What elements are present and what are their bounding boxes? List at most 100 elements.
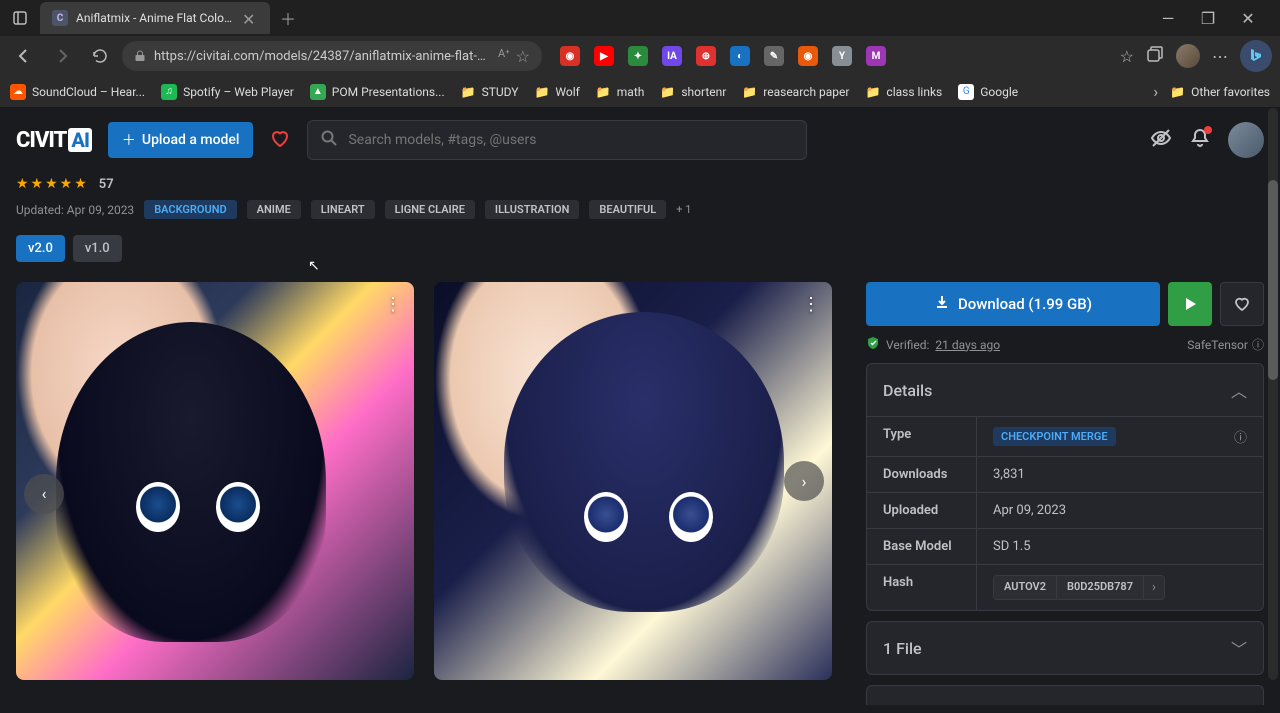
version-tab[interactable]: v1.0	[73, 235, 122, 262]
files-header[interactable]: 1 File ﹀	[867, 622, 1263, 674]
info-icon[interactable]: ⓘ	[1234, 427, 1247, 446]
browser-tab[interactable]: C Aniflatmix - Anime Flat Color Sty ✕	[40, 2, 270, 34]
ext-icon-7[interactable]: ✎	[764, 46, 784, 66]
more-menu-icon[interactable]: ⋯	[1212, 47, 1228, 66]
details-header[interactable]: Details ︿	[867, 364, 1263, 416]
detail-value: SD 1.5	[977, 529, 1263, 564]
new-tab-button[interactable]: ＋	[274, 4, 302, 32]
notifications-icon[interactable]	[1190, 128, 1210, 152]
gallery-image[interactable]: ⋮	[16, 282, 414, 680]
detail-value: 3,831	[977, 457, 1263, 492]
address-bar[interactable]: https://civitai.com/models/24387/aniflat…	[122, 41, 542, 71]
ext-icon-3[interactable]: ✦	[628, 46, 648, 66]
bookmark-folder[interactable]: 📁STUDY	[461, 85, 519, 99]
tag[interactable]: ILLUSTRATION	[485, 200, 580, 219]
bookmarks-bar: ☁SoundCloud – Hear... ♫Spotify – Web Pla…	[0, 76, 1280, 108]
version-tab-active[interactable]: v2.0	[16, 235, 65, 262]
detail-label: Downloads	[867, 457, 977, 492]
type-badge: CHECKPOINT MERGE	[993, 427, 1116, 446]
bookmark-item[interactable]: ♫Spotify – Web Player	[161, 84, 294, 100]
hash-type: AUTOV2	[994, 576, 1057, 599]
bookmarks-overflow-icon[interactable]: ›	[1153, 82, 1158, 101]
info-icon[interactable]: ⓘ	[1252, 336, 1264, 353]
download-button[interactable]: Download (1.99 GB)	[866, 282, 1160, 326]
nav-reload[interactable]	[84, 40, 116, 72]
collections-icon[interactable]	[1146, 45, 1164, 67]
bing-chat-icon[interactable]	[1240, 40, 1272, 72]
ext-icon-2[interactable]: ▶	[594, 46, 614, 66]
user-avatar[interactable]	[1228, 122, 1264, 158]
plus-icon: ＋	[122, 130, 136, 150]
carousel-next[interactable]: ›	[784, 461, 824, 501]
window-maximize[interactable]: ❐	[1196, 6, 1220, 30]
profile-avatar-browser[interactable]	[1176, 44, 1200, 68]
ext-icon-8[interactable]: ◉	[798, 46, 818, 66]
shield-icon	[866, 336, 880, 353]
tag[interactable]: ANIME	[247, 200, 301, 219]
download-icon	[934, 294, 950, 314]
other-favorites[interactable]: 📁Other favorites	[1170, 85, 1270, 99]
tab-sidebar-btn[interactable]	[8, 6, 32, 30]
chevron-up-icon: ︿	[1231, 378, 1247, 402]
details-panel: Details ︿ Type CHECKPOINT MERGE ⓘ Downlo…	[866, 363, 1264, 611]
ext-icon-1[interactable]: ◉	[560, 46, 580, 66]
tag[interactable]: LINEART	[311, 200, 375, 219]
safetensor-label: SafeTensor	[1187, 338, 1248, 352]
tag[interactable]: LIGNE CLAIRE	[385, 200, 475, 219]
carousel-prev[interactable]: ‹	[24, 474, 64, 514]
ext-icon-6[interactable]: ◐	[730, 46, 750, 66]
more-tags[interactable]: + 1	[676, 203, 691, 216]
image-menu-icon[interactable]: ⋮	[384, 294, 402, 315]
favorite-star-icon[interactable]: ☆	[516, 47, 530, 66]
scrollbar-thumb[interactable]	[1268, 180, 1278, 380]
visibility-icon[interactable]	[1150, 127, 1172, 153]
detail-label: Hash	[867, 565, 977, 610]
panel-partial	[866, 685, 1264, 705]
run-button[interactable]	[1168, 282, 1212, 326]
detail-label: Type	[867, 417, 977, 456]
detail-value: Apr 09, 2023	[977, 493, 1263, 528]
tag[interactable]: BACKGROUND	[144, 200, 236, 219]
ext-icon-5[interactable]: ⊕	[696, 46, 716, 66]
verified-time[interactable]: 21 days ago	[935, 338, 1000, 352]
bookmark-folder[interactable]: 📁reasearch paper	[742, 85, 849, 99]
nav-forward	[46, 40, 78, 72]
tag[interactable]: BEAUTIFUL	[589, 200, 666, 219]
search-input[interactable]	[348, 132, 794, 148]
bookmark-item[interactable]: ▲POM Presentations...	[310, 84, 445, 100]
nav-back[interactable]	[8, 40, 40, 72]
favorites-icon[interactable]: ☆	[1120, 47, 1134, 66]
bookmark-folder[interactable]: 📁shortenr	[660, 85, 726, 99]
ext-icon-4[interactable]: IA	[662, 46, 682, 66]
bookmark-item[interactable]: ☁SoundCloud – Hear...	[10, 84, 145, 100]
site-logo[interactable]: CIVITAI	[16, 128, 92, 153]
hash-expand-icon[interactable]: ›	[1144, 576, 1164, 599]
window-minimize[interactable]: —	[1156, 6, 1180, 30]
ext-icon-10[interactable]: M	[866, 46, 886, 66]
tab-close-icon[interactable]: ✕	[242, 10, 258, 26]
window-close[interactable]: ✕	[1236, 6, 1260, 30]
favorite-button[interactable]	[1220, 282, 1264, 326]
detail-label: Uploaded	[867, 493, 977, 528]
gallery-image[interactable]: ⋮ ›	[434, 282, 832, 680]
reader-mode-icon[interactable]: A⁺	[498, 47, 510, 66]
bookmark-folder[interactable]: 📁math	[596, 85, 645, 99]
files-panel: 1 File ﹀	[866, 621, 1264, 675]
verified-label: Verified:	[886, 338, 929, 352]
image-menu-icon[interactable]: ⋮	[802, 294, 820, 315]
bookmark-folder[interactable]: 📁class links	[865, 85, 942, 99]
url-text: https://civitai.com/models/24387/aniflat…	[154, 49, 490, 64]
bookmark-folder[interactable]: 📁Wolf	[534, 85, 579, 99]
image-gallery: ‹ ⋮ ⋮ ›	[16, 282, 846, 705]
updated-label: Updated: Apr 09, 2023	[16, 203, 134, 217]
upload-model-button[interactable]: ＋ Upload a model	[108, 122, 254, 158]
detail-label: Base Model	[867, 529, 977, 564]
rating-count: 57	[99, 177, 114, 192]
search-box[interactable]	[307, 120, 807, 160]
ext-icon-9[interactable]: Y	[832, 46, 852, 66]
hash-value[interactable]: B0D25DB787	[1057, 576, 1144, 599]
bookmark-item[interactable]: GGoogle	[958, 84, 1018, 100]
tab-favicon: C	[52, 10, 68, 26]
favorites-heart-icon[interactable]	[269, 127, 291, 153]
rating-stars: ★★★★★	[16, 176, 89, 192]
